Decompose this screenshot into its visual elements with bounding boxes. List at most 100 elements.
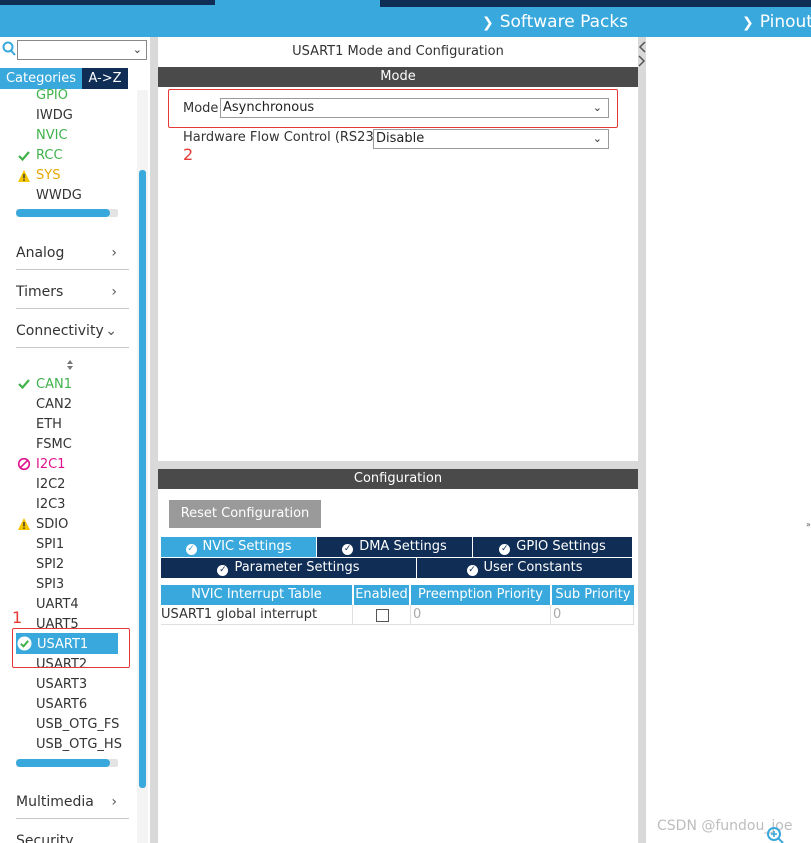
list-item-sdio[interactable]: SDIO [36,517,68,532]
list-item-i2c1[interactable]: I2C1 [36,457,65,472]
tab-nvic-settings[interactable]: ✓ NVIC Settings [161,537,316,557]
mode-header: Mode [158,67,638,87]
horizontal-scrollbar[interactable] [16,209,118,217]
flow-control-value: Disable [376,131,425,146]
check-icon: ✓ [499,544,511,555]
pinout-menu[interactable]: ❯ Pinout [742,12,811,32]
chevron-down-icon: ❯ [482,15,494,31]
vertical-scrollbar[interactable] [139,170,146,788]
warning-icon [18,170,30,182]
section-label: Multimedia [16,794,94,810]
column-header-interrupt-table[interactable]: NVIC Interrupt Table [161,585,352,605]
search-input[interactable]: ⌄ [17,40,147,60]
column-header-enabled[interactable]: Enabled [354,585,409,605]
zoom-icon[interactable] [766,826,784,843]
tab-label: User Constants [483,560,583,575]
flow-control-label: Hardware Flow Control (RS232) [183,130,388,145]
software-packs-label: Software Packs [499,12,629,32]
list-item-can2[interactable]: CAN2 [36,397,72,412]
list-item-spi3[interactable]: SPI3 [36,577,64,592]
configuration-header: Configuration [158,469,638,489]
chevron-down-icon[interactable]: ⌄ [133,43,142,56]
panel-divider-horizontal[interactable] [158,461,638,469]
section-label: Connectivity [16,323,104,339]
section-label: Security [16,833,74,843]
top-toolbar: ❯ Software Packs ❯ Pinout [0,0,811,37]
list-item-uart4[interactable]: UART4 [36,597,79,612]
tab-gpio-settings[interactable]: ✓ GPIO Settings [473,537,632,557]
tab-label: NVIC Settings [202,539,292,554]
section-connectivity[interactable]: Connectivity ⌄ [16,323,129,348]
list-item-usart6[interactable]: USART6 [36,697,87,712]
list-item-sys[interactable]: SYS [36,168,60,183]
sort-icon[interactable] [65,359,75,371]
check-icon: ✓ [342,544,354,555]
check-icon: ✓ [185,544,197,555]
column-header-sub-priority[interactable]: Sub Priority [552,585,634,605]
list-item-usb-otg-hs[interactable]: USB_OTG_HS [36,737,122,752]
reset-configuration-button[interactable]: Reset Configuration [169,500,321,528]
tab-label: DMA Settings [359,539,447,554]
collapse-arrows-icon[interactable] [638,40,646,68]
disabled-icon [17,457,31,471]
tab-label: Parameter Settings [234,560,360,575]
pinout-label: Pinout [759,12,811,32]
warning-icon [18,518,30,530]
tab-label: GPIO Settings [516,539,606,554]
panel-divider[interactable] [638,37,646,843]
list-item-i2c3[interactable]: I2C3 [36,497,65,512]
check-icon: ✓ [217,565,229,576]
check-icon [18,151,30,162]
section-label: Analog [16,245,65,261]
top-tab-strip-right [380,0,811,7]
tab-user-constants[interactable]: ✓ User Constants [417,558,632,578]
tab-dma-settings[interactable]: ✓ DMA Settings [317,537,472,557]
section-multimedia[interactable]: Multimedia › [16,794,129,819]
list-item-rcc[interactable]: RCC [36,148,63,163]
list-item-i2c2[interactable]: I2C2 [36,477,65,492]
list-item-usart3[interactable]: USART3 [36,677,87,692]
chevron-down-icon: ⌄ [105,323,117,339]
check-icon [18,379,30,390]
horizontal-scrollbar[interactable] [16,759,118,767]
section-label: Timers [16,284,64,300]
chevron-down-icon: ⌄ [592,132,602,145]
annotation-label-2: 2 [183,145,194,164]
annotation-box-1 [12,628,130,668]
list-item-wwdg[interactable]: WWDG [36,188,82,203]
annotation-label-1: 1 [12,608,23,627]
list-item-usb-otg-fs[interactable]: USB_OTG_FS [36,717,119,732]
search-icon[interactable] [2,41,16,57]
check-icon: ✓ [466,565,478,576]
list-item-iwdg[interactable]: IWDG [36,108,73,123]
chevron-down-icon: ❯ [742,15,754,31]
chevron-right-icon: › [111,245,117,261]
cell-preemption-priority[interactable]: 0 [411,605,551,625]
list-item-eth[interactable]: ETH [36,417,62,432]
tab-parameter-settings[interactable]: ✓ Parameter Settings [161,558,416,578]
tab-a-z[interactable]: A->Z [82,68,128,89]
section-analog[interactable]: Analog › [16,245,129,270]
section-security[interactable]: Security [16,833,129,843]
list-item-can1[interactable]: CAN1 [36,377,72,392]
panel-divider[interactable] [150,37,158,843]
enabled-checkbox[interactable] [376,609,389,622]
cell-interrupt-name: USART1 global interrupt [161,605,353,625]
list-item-spi1[interactable]: SPI1 [36,537,64,552]
list-item-gpio[interactable]: GPIO [36,88,68,103]
list-item-spi2[interactable]: SPI2 [36,557,64,572]
scrollbar-thumb[interactable] [16,209,110,217]
chevron-right-icon: › [111,794,117,810]
column-header-preemption-priority[interactable]: Preemption Priority [411,585,550,605]
scrollbar-thumb[interactable] [16,759,110,767]
mode-panel-title: USART1 Mode and Configuration [292,44,504,59]
flow-control-select[interactable]: Disable ⌄ [373,129,609,149]
top-tab-strip-left [0,0,215,5]
list-item-fsmc[interactable]: FSMC [36,437,72,452]
list-item-nvic[interactable]: NVIC [36,128,68,143]
tab-categories[interactable]: Categories [0,68,82,89]
chevron-right-icon: › [111,284,117,300]
cell-sub-priority[interactable]: 0 [551,605,634,625]
section-timers[interactable]: Timers › [16,284,129,309]
software-packs-menu[interactable]: ❯ Software Packs [482,12,628,32]
